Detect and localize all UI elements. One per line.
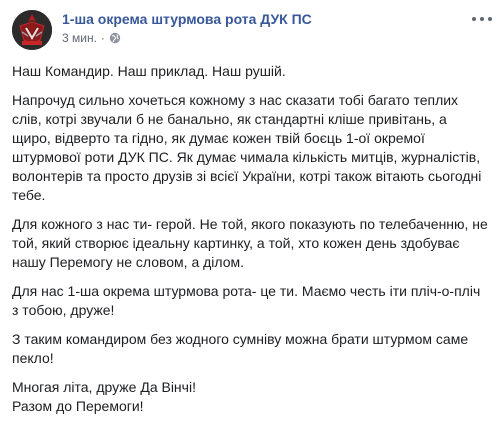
post-paragraph: Для нас 1-ша окрема штурмова рота- це ти… [12,283,481,318]
post-paragraph: Напрочуд сильно хочеться кожному з нас с… [12,92,482,203]
post-paragraph: З таким командиром без жодного сумніву м… [12,331,469,366]
post-header: 1-ша окрема штурмова рота ДУК ПС 3 мин. … [12,10,492,54]
post-body: Наш Командир. Наш приклад. Наш рушій. На… [12,62,488,426]
post-paragraph: Многая літа, друже Да Вінчі! Разом до Пе… [12,379,196,414]
post-meta: 3 мин. · [62,31,121,45]
facebook-post: 1-ша окрема штурмова рота ДУК ПС 3 мин. … [0,0,500,414]
meta-separator: · [100,31,105,45]
post-timestamp[interactable]: 3 мин. [62,31,97,45]
globe-icon [109,32,121,44]
page-name-link[interactable]: 1-ша окрема штурмова рота ДУК ПС [62,11,312,27]
more-options-icon[interactable] [472,12,492,26]
emblem-icon [12,10,52,50]
post-paragraph: Наш Командир. Наш приклад. Наш рушій. [12,63,286,79]
page-avatar[interactable] [12,10,52,50]
post-paragraph: Для кожного з нас ти- герой. Не той, яко… [12,216,488,270]
